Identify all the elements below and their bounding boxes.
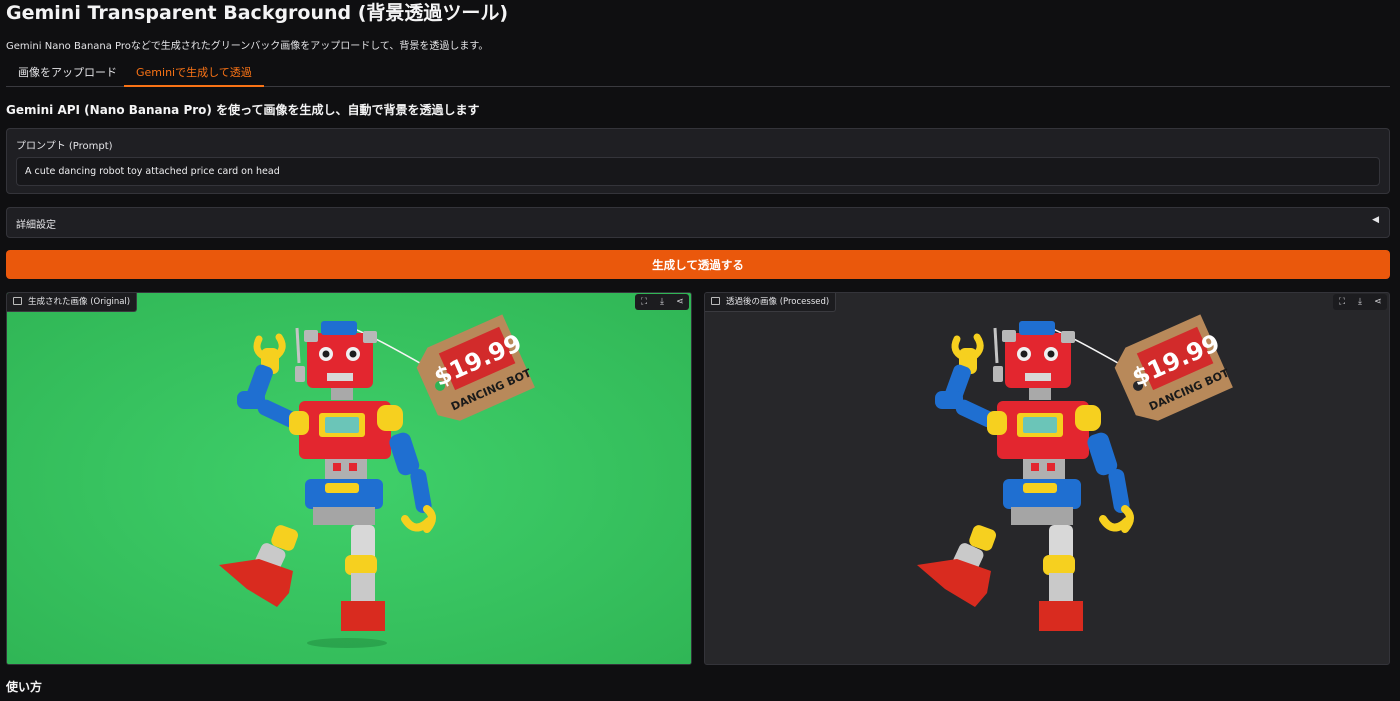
original-image-toolbar: ⛶ ⤓ ⋖ <box>635 294 689 310</box>
fullscreen-icon[interactable]: ⛶ <box>1333 294 1351 310</box>
processed-image-label: 透過後の画像 (Processed) <box>705 293 837 312</box>
usage-heading: 使い方 <box>6 680 43 694</box>
prompt-input[interactable] <box>16 157 1380 186</box>
processed-image-panel: $19.99 DANCING BOT 透過後の画像 (Processed) ⛶ … <box>704 292 1390 665</box>
page-title: Gemini Transparent Background (背景透過ツール) <box>6 2 509 24</box>
generate-button[interactable]: 生成して透過する <box>6 250 1390 279</box>
share-icon[interactable]: ⋖ <box>671 294 689 310</box>
fullscreen-icon[interactable]: ⛶ <box>635 294 653 310</box>
caret-left-icon: ◀ <box>1372 215 1379 225</box>
image-icon <box>711 297 720 305</box>
original-image-panel: $19.99 DANCING BOT 生成された画像 (Original) ⛶ … <box>6 292 692 665</box>
download-icon[interactable]: ⤓ <box>653 294 671 310</box>
advanced-settings-accordion[interactable]: 詳細設定 ◀ <box>6 207 1390 238</box>
prompt-label: プロンプト (Prompt) <box>16 141 113 152</box>
section-heading: Gemini API (Nano Banana Pro) を使って画像を生成し、… <box>6 103 480 117</box>
image-icon <box>13 297 22 305</box>
processed-image-toolbar: ⛶ ⤓ ⋖ <box>1333 294 1387 310</box>
app-page: Gemini Transparent Background (背景透過ツール) … <box>0 0 1400 701</box>
advanced-settings-label: 詳細設定 <box>16 220 56 231</box>
robot-image-original: $19.99 DANCING BOT <box>7 293 691 664</box>
download-icon[interactable]: ⤓ <box>1351 294 1369 310</box>
share-icon[interactable]: ⋖ <box>1369 294 1387 310</box>
prompt-container: プロンプト (Prompt) <box>6 128 1390 194</box>
tab-bar: 画像をアップロード Geminiで生成して透過 <box>6 62 1390 87</box>
tab-generate[interactable]: Geminiで生成して透過 <box>124 62 264 87</box>
original-image-label: 生成された画像 (Original) <box>7 293 138 312</box>
robot-image-processed: $19.99 DANCING BOT <box>917 314 1233 631</box>
page-subtitle: Gemini Nano Banana Proなどで生成されたグリーンバック画像を… <box>6 41 489 52</box>
tab-upload[interactable]: 画像をアップロード <box>6 62 129 85</box>
